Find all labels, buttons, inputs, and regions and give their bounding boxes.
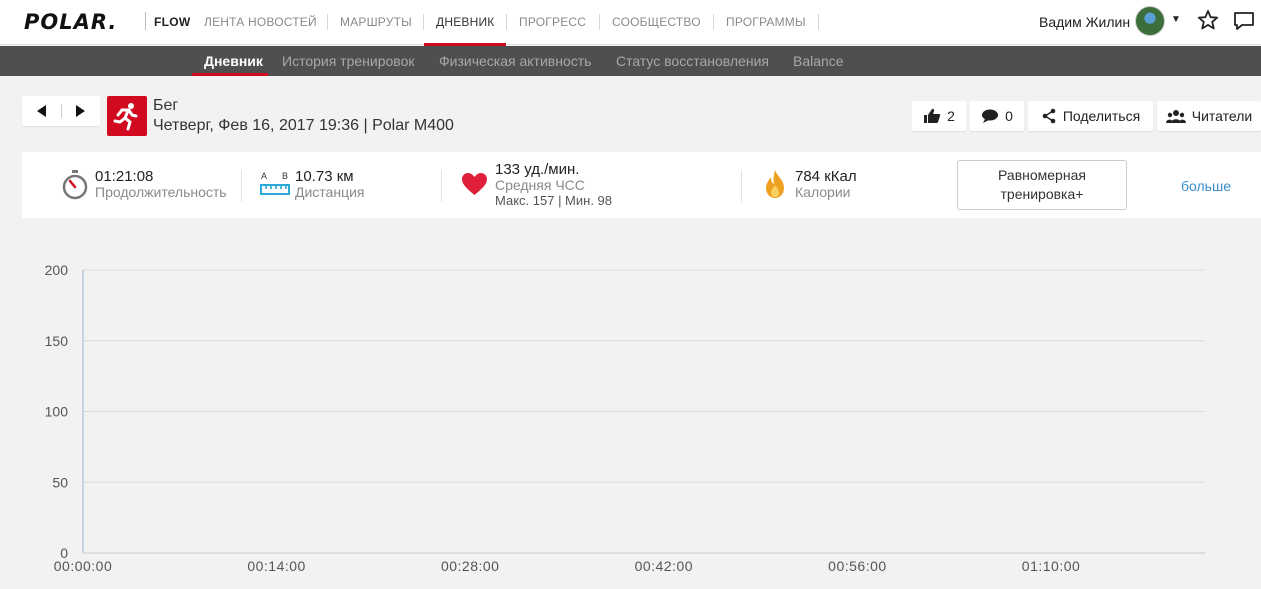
duration-label: Продолжительность [95,184,227,200]
nav-item-community[interactable]: СООБЩЕСТВО [612,15,701,29]
thumbs-up-icon [924,108,941,123]
readers-label: Читатели [1191,108,1253,124]
star-icon[interactable] [1197,9,1219,36]
user-name[interactable]: Вадим Жилин [1039,14,1130,30]
session-summary-bar: 01:21:08 Продолжительность A B 10.73 км … [22,152,1261,218]
like-button[interactable]: 2 [912,101,966,131]
nav-divider [713,14,714,30]
y-tick-label: 150 [45,333,69,349]
avatar[interactable] [1135,6,1165,36]
chart-svg: 05010015020000:00:00 00:14:00 00:28:00 00:4… [45,262,1205,574]
share-icon [1042,108,1056,124]
heart-rate-max-min: Макс. 157 | Мин. 98 [495,193,613,208]
top-navigation-bar: POLAR. FLOW ЛЕНТА НОВОСТЕЙ МАРШРУТЫ ДНЕВ… [0,0,1261,46]
stat-divider [241,170,242,202]
comment-icon [982,109,999,123]
flow-brand-label[interactable]: FLOW [154,15,191,29]
x-tick-label: 00:00:00 [54,558,113,574]
running-sport-icon [107,96,147,136]
comment-button[interactable]: 0 [970,101,1024,131]
comment-count: 0 [1005,108,1013,124]
heart-icon [461,172,488,201]
x-tick-label: 00:42:00 [635,558,694,574]
distance-value: 10.73 км [295,168,354,185]
next-session-button[interactable] [62,96,100,126]
nav-divider [506,14,507,30]
more-link[interactable]: больше [1181,178,1231,194]
nav-divider [599,14,600,30]
share-button[interactable]: Поделиться [1028,101,1153,131]
y-tick-label: 100 [45,404,69,420]
calories-label: Калории [795,184,851,200]
subnav-item-balance[interactable]: Balance [793,53,844,69]
stat-divider [741,170,742,202]
subnav-active-indicator [192,73,268,76]
message-icon[interactable] [1233,10,1255,37]
previous-session-button[interactable] [22,96,60,126]
stat-divider [441,170,442,202]
subnav-item-diary[interactable]: Дневник [204,53,263,69]
nav-item-diary[interactable]: ДНЕВНИК [436,15,494,29]
polar-logo[interactable]: POLAR. [24,10,117,34]
duration-value: 01:21:08 [95,168,154,185]
nav-item-routes[interactable]: МАРШРУТЫ [340,15,412,29]
subnav-item-training-history[interactable]: История тренировок [282,53,414,69]
stopwatch-icon [61,170,89,205]
nav-divider [423,14,424,30]
nav-item-news-feed[interactable]: ЛЕНТА НОВОСТЕЙ [204,15,317,29]
x-tick-label: 00:56:00 [828,558,887,574]
distance-point-a: A [261,171,268,181]
training-benefit-button[interactable]: Равномерная тренировка+ [957,160,1127,210]
sport-name: Бег [153,97,179,114]
distance-icon: A B [260,171,290,199]
share-label: Поделиться [1062,108,1141,124]
arrow-left-icon [37,105,46,117]
like-count: 2 [947,108,955,124]
subnav-item-recovery-status[interactable]: Статус восстановления [616,53,769,69]
subnav-item-activity[interactable]: Физическая активность [439,53,591,69]
people-icon [1165,110,1186,123]
nav-divider [818,14,819,30]
flame-icon [764,169,786,204]
readers-button[interactable]: Читатели [1157,101,1261,131]
logo-divider [145,12,146,30]
heart-rate-label: Средняя ЧСС [495,177,585,193]
heart-rate-chart: 0 50 100 150 200 00:00:00 00:14:00 00:28:00 00:4… [0,240,1261,589]
calories-value: 784 кКал [795,168,857,185]
distance-point-b: B [282,171,289,181]
session-date-device: Четверг, Фев 16, 2017 19:36 | Polar M400 [153,117,454,134]
x-tick-label: 00:28:00 [441,558,500,574]
y-tick-label: 50 [52,474,68,490]
nav-item-programs[interactable]: ПРОГРАММЫ [726,15,806,29]
nav-item-progress[interactable]: ПРОГРЕСС [519,15,586,29]
arrow-right-icon [76,105,85,117]
x-tick-label: 00:14:00 [247,558,306,574]
sub-navigation-bar: Дневник История тренировок Физическая ак… [0,46,1261,76]
session-navigation [22,96,100,126]
nav-divider [327,14,328,30]
y-tick-label: 200 [45,262,69,278]
x-tick-label: 01:10:00 [1022,558,1081,574]
chevron-down-icon[interactable]: ▼ [1171,14,1181,25]
distance-label: Дистанция [295,184,365,200]
heart-rate-value: 133 уд./мин. [495,161,580,178]
